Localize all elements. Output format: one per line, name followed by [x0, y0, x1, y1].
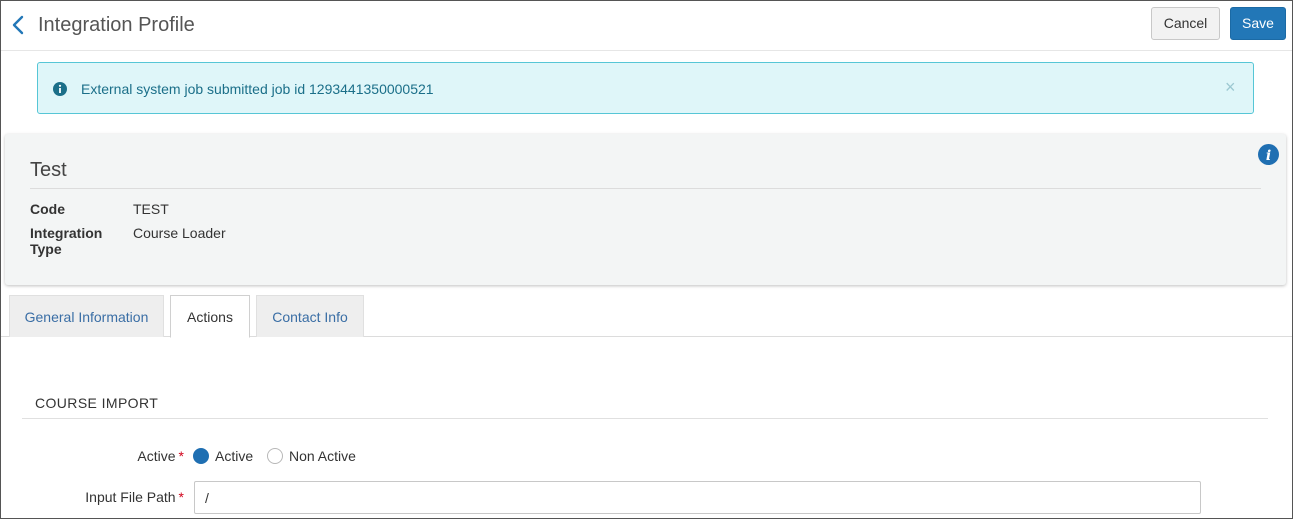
radio-active[interactable] [193, 448, 209, 464]
profile-name: Test [30, 159, 67, 181]
tab-contact-info[interactable]: Contact Info [256, 295, 364, 337]
required-marker: * [178, 489, 184, 505]
integration-type-label: Integration Type [30, 225, 103, 257]
chevron-left-icon [12, 15, 24, 35]
required-marker: * [178, 448, 184, 464]
active-field-label: Active * [101, 448, 184, 464]
radio-non-active-label[interactable]: Non Active [289, 448, 356, 464]
tab-bar: General Information Actions Contact Info [1, 294, 1292, 338]
input-file-path-label-text: Input File Path [85, 489, 176, 505]
section-title: COURSE IMPORT [35, 395, 159, 411]
save-button[interactable]: Save [1230, 7, 1286, 40]
page-title: Integration Profile [38, 14, 195, 36]
divider [30, 188, 1261, 189]
radio-active-label[interactable]: Active [215, 448, 253, 464]
radio-non-active[interactable] [267, 448, 283, 464]
info-alert: External system job submitted job id 129… [37, 62, 1254, 114]
code-value: TEST [133, 201, 169, 217]
profile-summary-card: i Test Code TEST Integration Type Course… [5, 134, 1286, 285]
tab-actions[interactable]: Actions [170, 295, 250, 338]
info-circle-icon [53, 82, 67, 96]
info-circle-icon[interactable]: i [1258, 144, 1279, 165]
active-label-text: Active [137, 448, 176, 464]
radio-dot [198, 453, 204, 459]
svg-text:i: i [1266, 148, 1271, 164]
cancel-button[interactable]: Cancel [1151, 7, 1220, 40]
page-header: Integration Profile Cancel Save [1, 1, 1292, 51]
integration-type-value: Course Loader [133, 225, 226, 241]
code-label: Code [30, 201, 65, 217]
alert-message: External system job submitted job id 129… [81, 81, 434, 97]
close-icon[interactable]: × [1225, 78, 1236, 96]
input-file-path-label: Input File Path * [41, 489, 184, 505]
input-file-path-field[interactable] [194, 481, 1201, 514]
back-button[interactable] [9, 13, 27, 37]
tab-general-information[interactable]: General Information [9, 295, 164, 337]
divider [22, 418, 1268, 419]
